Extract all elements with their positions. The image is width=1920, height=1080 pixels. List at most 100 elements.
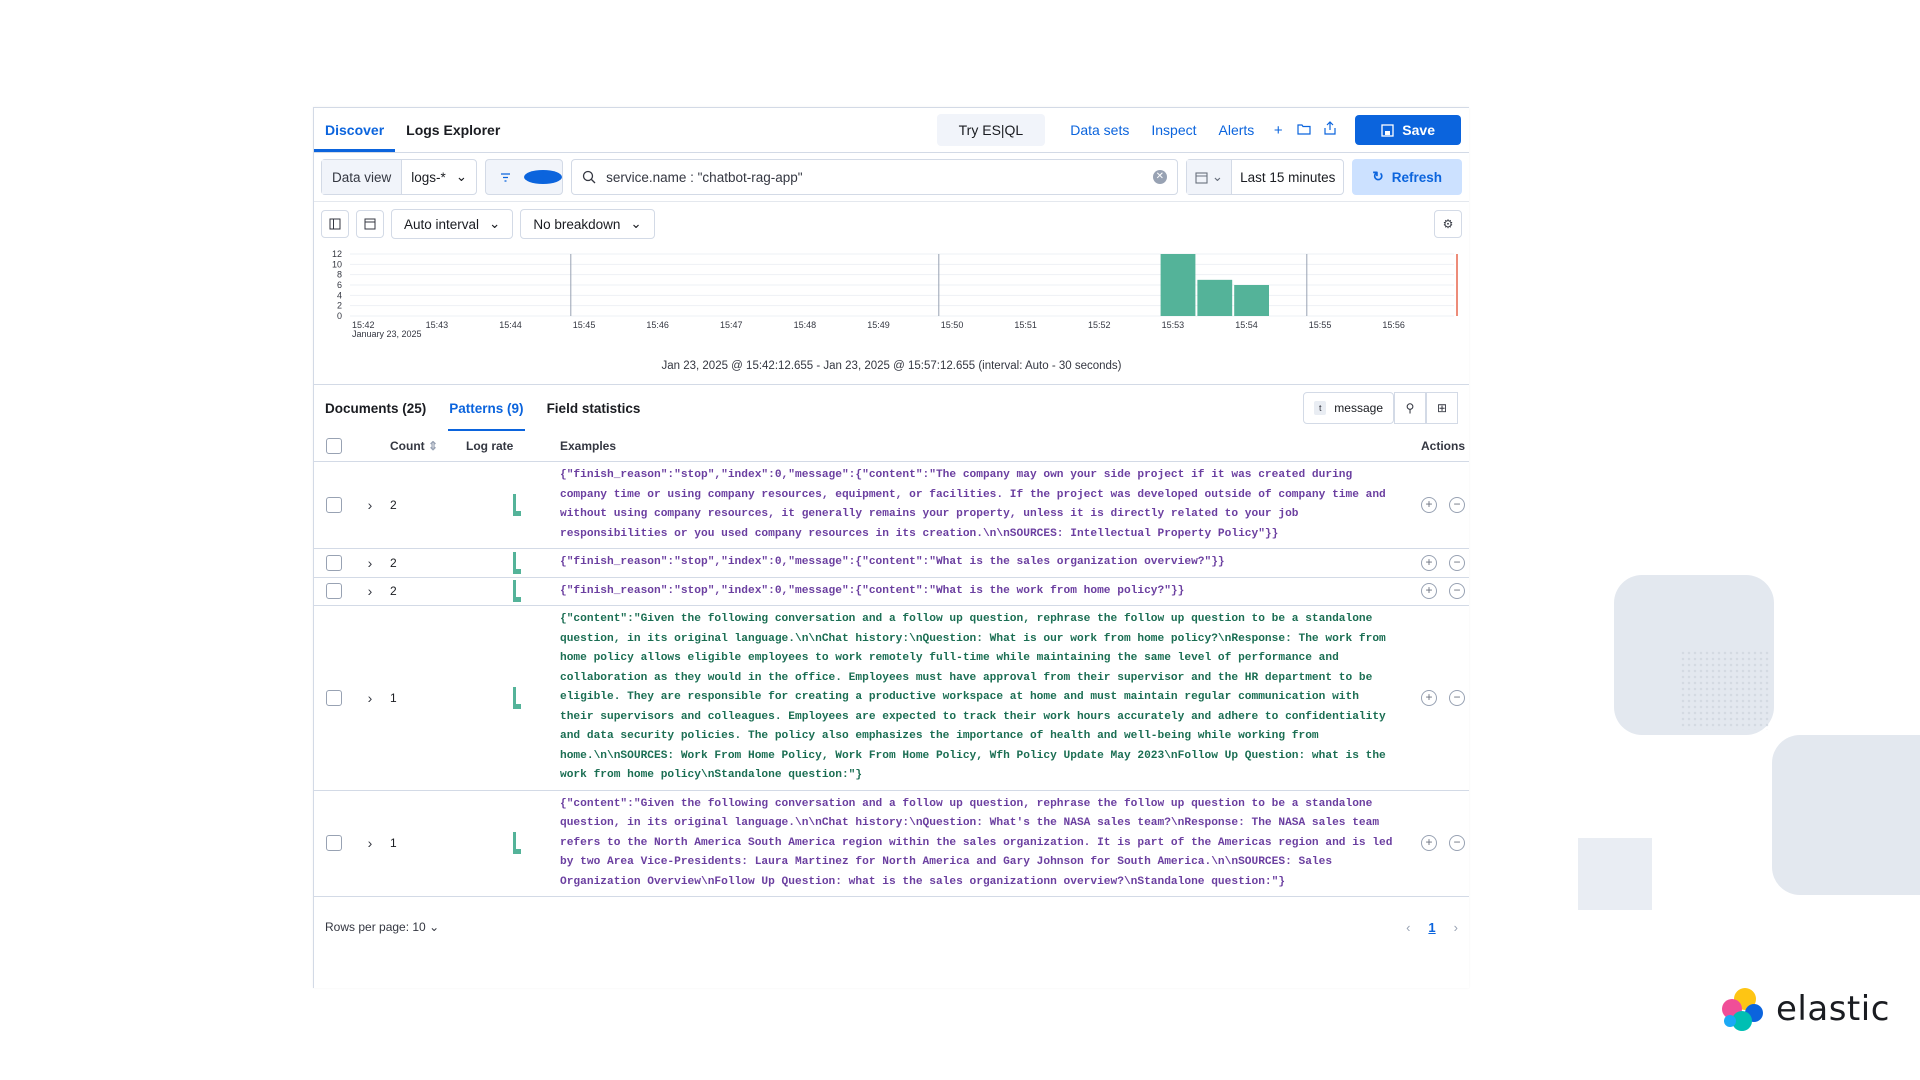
- filter-out-icon[interactable]: −: [1449, 835, 1465, 852]
- data-sets-link[interactable]: Data sets: [1059, 122, 1140, 138]
- log-rate-sparkline: [513, 494, 523, 516]
- row-checkbox[interactable]: [326, 689, 342, 706]
- filter-in-icon[interactable]: +: [1421, 835, 1437, 852]
- time-range: Last 15 minutes: [1240, 169, 1336, 185]
- log-rate-sparkline: [513, 686, 523, 709]
- row-count: 2: [390, 555, 397, 570]
- expand-chevron-icon[interactable]: ›: [354, 497, 386, 513]
- x-tick-label: 15:52: [1088, 320, 1111, 330]
- chart-caption: Jan 23, 2025 @ 15:42:12.655 - Jan 23, 20…: [314, 360, 1469, 385]
- elastic-logo-text: elastic: [1776, 989, 1890, 1029]
- filter-out-icon[interactable]: −: [1449, 497, 1465, 513]
- x-tick-label: 15:50: [941, 320, 964, 330]
- search-icon: [582, 170, 596, 184]
- expand-chevron-icon[interactable]: ›: [354, 583, 386, 599]
- table-row: › 1 {"content":"Given the following conver…: [314, 606, 1469, 791]
- field-selector-value: message: [1334, 401, 1383, 415]
- row-checkbox[interactable]: [326, 497, 342, 513]
- refresh-button[interactable]: ↻ Refresh: [1352, 159, 1462, 195]
- x-tick-label: 15:49: [867, 320, 890, 330]
- breakdown-dropdown[interactable]: No breakdown ⌄: [520, 209, 655, 239]
- log-rate-sparkline: [513, 580, 523, 603]
- x-tick-label: 15:44: [499, 320, 522, 330]
- data-view-label: Data view: [322, 160, 403, 194]
- row-checkbox[interactable]: [326, 554, 342, 571]
- pagination: ‹ 1 ›: [1406, 920, 1458, 935]
- tab-logs-explorer[interactable]: Logs Explorer: [395, 108, 511, 152]
- background-dots: [1680, 650, 1770, 730]
- next-page-icon[interactable]: ›: [1454, 920, 1458, 935]
- expand-chevron-icon[interactable]: ›: [354, 835, 386, 851]
- table-row: › 2 {"finish_reason":"stop","index":0,"mes…: [314, 462, 1469, 549]
- save-icon: [1381, 123, 1394, 137]
- plus-icon[interactable]: +: [1265, 122, 1291, 139]
- filter-out-icon[interactable]: −: [1449, 583, 1465, 600]
- expand-chevron-icon[interactable]: ›: [354, 555, 386, 571]
- row-checkbox[interactable]: [326, 583, 342, 600]
- background-shape: [1578, 838, 1652, 910]
- alerts-link[interactable]: Alerts: [1208, 122, 1266, 138]
- settings-icon[interactable]: ⚲: [1394, 392, 1426, 424]
- tab-documents[interactable]: Documents (25): [325, 385, 436, 431]
- pattern-rows: › 2 {"finish_reason":"stop","index":0,"mes…: [314, 462, 1469, 897]
- query-bar: Data view logs-* ⌄ + service.name : "chat…: [314, 153, 1469, 202]
- x-tick-label: 15:53: [1162, 320, 1185, 330]
- data-view-selector[interactable]: Data view logs-* ⌄: [321, 159, 478, 195]
- filter-out-icon[interactable]: −: [1449, 689, 1465, 706]
- pattern-example: {"finish_reason":"stop","index":0,"messa…: [560, 584, 1185, 597]
- select-all-checkbox[interactable]: [326, 438, 342, 454]
- tab-discover[interactable]: Discover: [314, 108, 395, 152]
- histogram-svg: 02468101215:42 15:43 15:44 15:45 15:46 15:47 1…: [332, 249, 1458, 339]
- clear-icon[interactable]: ✕: [1152, 170, 1167, 184]
- add-filter-button[interactable]: +: [524, 160, 563, 194]
- chart-options-icon[interactable]: ⚙: [1434, 210, 1462, 238]
- row-checkbox[interactable]: [326, 835, 342, 852]
- rows-per-page[interactable]: Rows per page: 10 ⌄: [325, 920, 439, 934]
- save-button[interactable]: Save: [1355, 115, 1461, 145]
- inspect-link[interactable]: Inspect: [1140, 122, 1207, 138]
- histogram-bar: [1197, 279, 1233, 316]
- table-header: Count ⇕ Log rate Examples Actions: [314, 431, 1469, 462]
- filter-in-icon[interactable]: +: [1421, 689, 1437, 706]
- search-input[interactable]: service.name : "chatbot-rag-app" ✕: [571, 159, 1178, 195]
- folder-icon[interactable]: [1291, 122, 1317, 139]
- try-esql-button[interactable]: Try ES|QL: [936, 114, 1046, 146]
- header-examples: Examples: [560, 439, 617, 453]
- table-row: › 1 {"content":"Given the following conver…: [314, 791, 1469, 897]
- filter-in-icon[interactable]: +: [1421, 583, 1437, 600]
- chevron-down-icon: ⌄: [630, 216, 642, 231]
- interval-value: Auto interval: [404, 216, 480, 232]
- expand-chevron-icon[interactable]: ›: [354, 690, 386, 706]
- header-count[interactable]: Count ⇕: [386, 439, 466, 453]
- header-actions: Actions: [1420, 439, 1465, 453]
- tab-field-statistics[interactable]: Field statistics: [547, 385, 651, 431]
- field-selector[interactable]: t message: [1303, 392, 1394, 424]
- toggle-sidebar-icon[interactable]: [321, 210, 349, 238]
- date-picker[interactable]: ⌄ Last 15 minutes: [1185, 159, 1345, 195]
- calendar-icon[interactable]: ⌄: [1186, 160, 1233, 194]
- histogram-chart: 0 2 4 6 8 10 12 15:42 15:43 15:44 15:45 15:46 15:47 1…: [314, 246, 1469, 360]
- prev-page-icon[interactable]: ‹: [1406, 920, 1410, 935]
- plus-circle-icon: +: [524, 170, 563, 184]
- share-icon[interactable]: [1317, 121, 1343, 139]
- tab-patterns[interactable]: Patterns (9): [448, 385, 524, 431]
- page-number[interactable]: 1: [1428, 920, 1435, 935]
- histogram-bar: [1160, 254, 1196, 316]
- filter-in-icon[interactable]: +: [1421, 554, 1437, 571]
- elastic-logo: elastic: [1718, 985, 1890, 1033]
- filter-icon[interactable]: [486, 160, 524, 194]
- chart-controls: Auto interval ⌄ No breakdown ⌄ ⚙: [314, 202, 1469, 246]
- filter-out-icon[interactable]: −: [1449, 554, 1465, 571]
- x-axis-sublabel: January 23, 2025: [352, 329, 422, 339]
- row-count: 2: [390, 498, 397, 512]
- toggle-chart-icon[interactable]: [356, 210, 384, 238]
- row-count: 1: [390, 836, 397, 851]
- y-tick-label: 12: [332, 249, 342, 259]
- grid-icon[interactable]: ⊞: [1426, 392, 1458, 424]
- table-footer: Rows per page: 10 ⌄ ‹ 1 ›: [314, 897, 1469, 957]
- header-count-label: Count: [390, 439, 425, 453]
- filter-in-icon[interactable]: +: [1421, 497, 1437, 513]
- row-count: 1: [390, 690, 397, 705]
- interval-dropdown[interactable]: Auto interval ⌄: [391, 209, 514, 239]
- y-tick-label: 2: [337, 301, 342, 311]
